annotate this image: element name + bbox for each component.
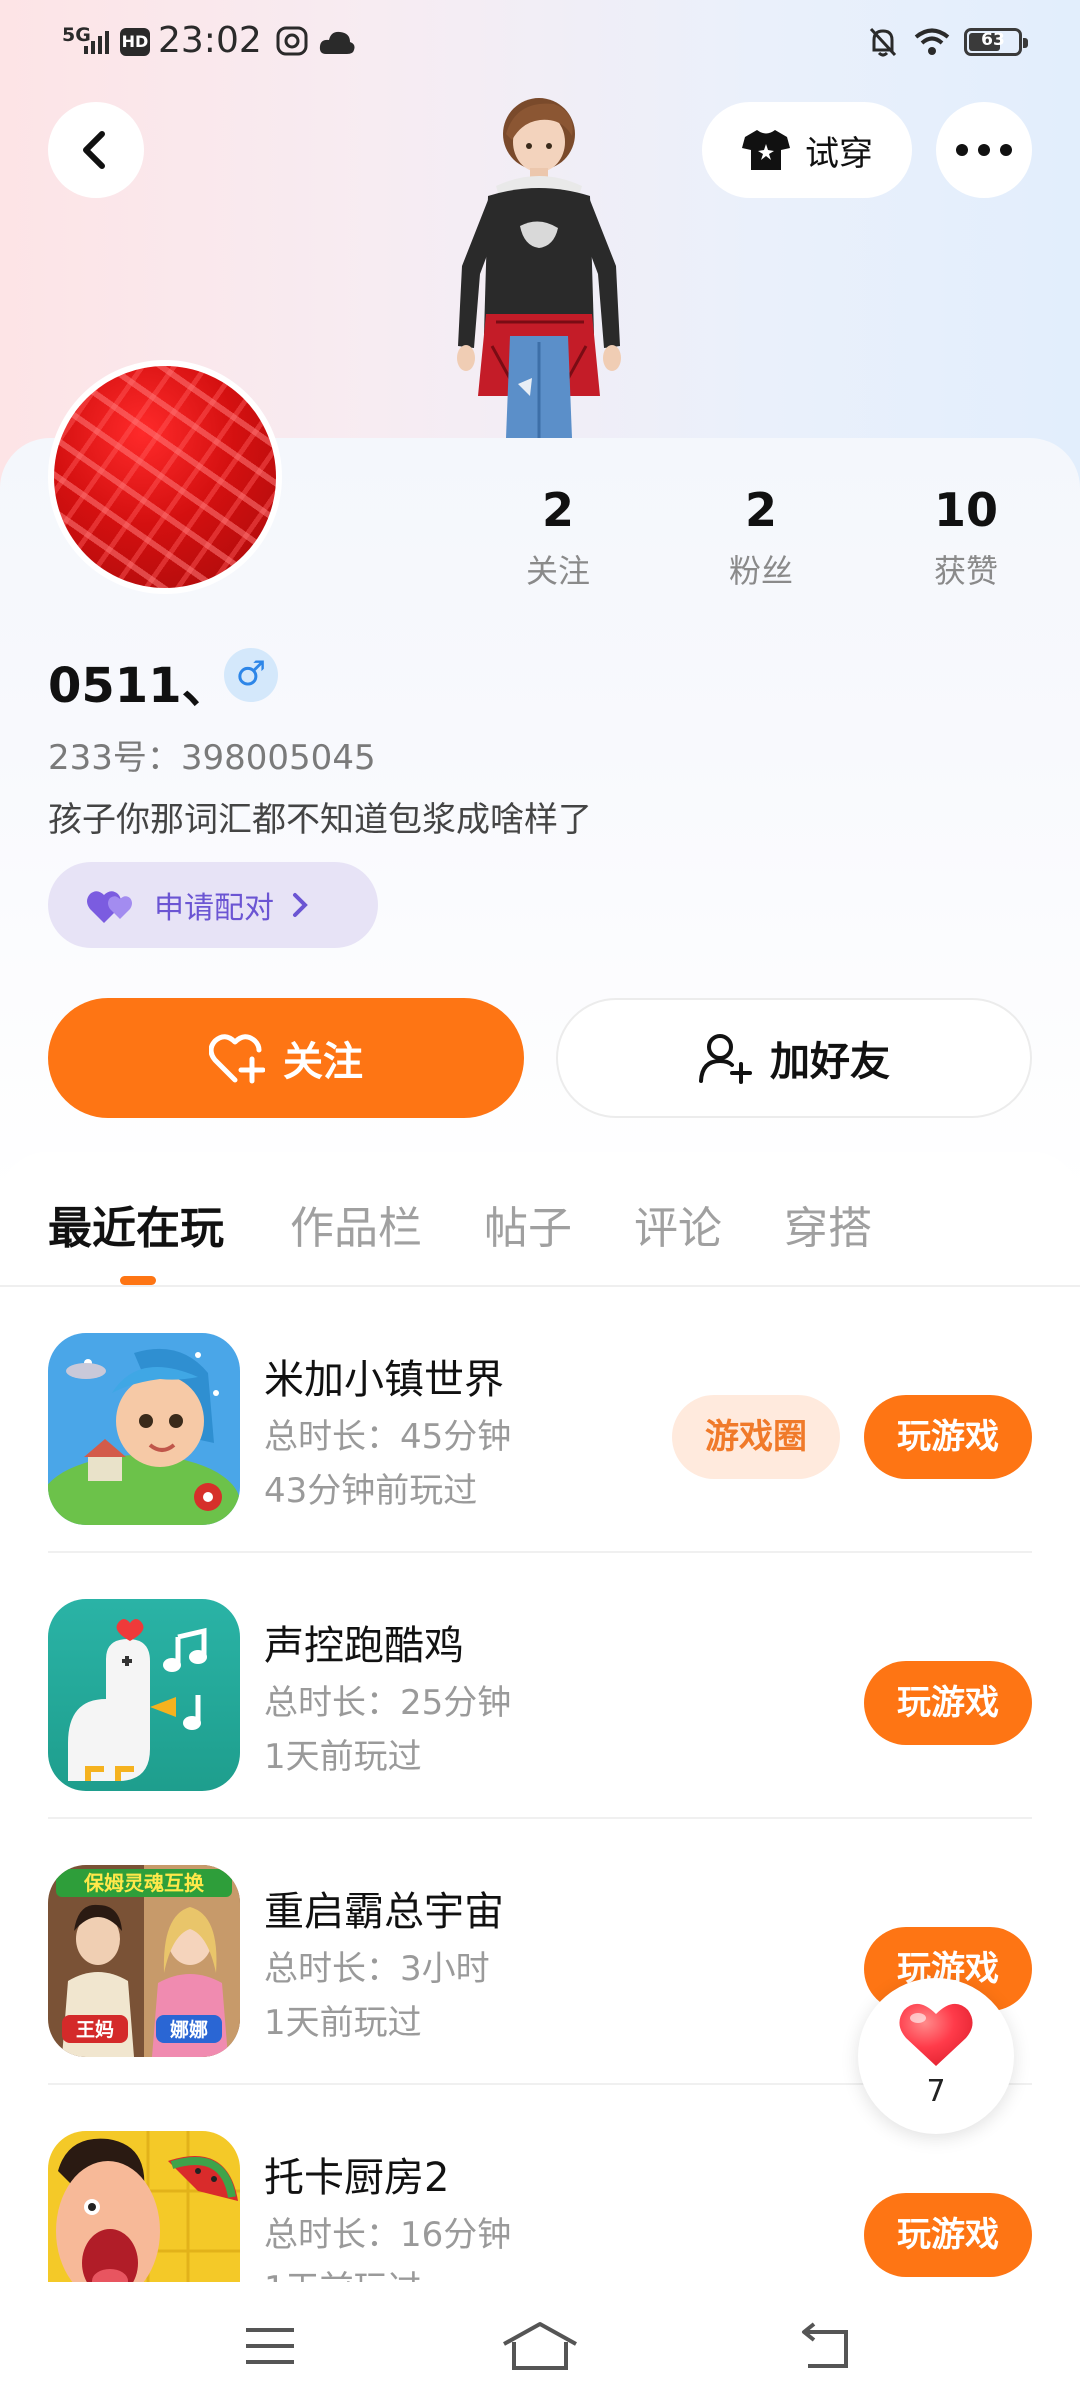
like-count: 7 xyxy=(926,2074,946,2109)
tab-works[interactable]: 作品栏 xyxy=(290,1192,422,1256)
wifi-icon xyxy=(914,28,950,55)
more-button[interactable] xyxy=(936,102,1032,198)
menu-icon[interactable] xyxy=(240,2318,300,2374)
chat-bubble-icon xyxy=(276,26,308,56)
signal-icon xyxy=(84,31,109,54)
avatar-character[interactable] xyxy=(436,96,642,438)
game-title: 托卡厨房2 xyxy=(264,2155,450,2201)
game-icon-name-right: 娜娜 xyxy=(170,2018,208,2041)
cloud-icon xyxy=(319,31,355,54)
game-duration: 总时长：45分钟 xyxy=(264,1417,512,1457)
game-last-played: 1天前玩过 xyxy=(264,2003,422,2043)
stat-fans[interactable]: 2 粉丝 xyxy=(691,480,831,592)
username: 0511、 xyxy=(48,658,230,714)
play-game-button[interactable]: 玩游戏 xyxy=(864,1661,1032,1745)
game-row[interactable]: 米加小镇世界 总时长：45分钟 43分钟前玩过 游戏圈 玩游戏 xyxy=(0,1287,1080,1553)
home-icon[interactable] xyxy=(500,2318,580,2374)
battery-icon: 63 xyxy=(964,28,1028,56)
status-time: 23:02 xyxy=(158,20,262,61)
game-circle-button[interactable]: 游戏圈 xyxy=(672,1395,840,1479)
gender-male-icon: ♂ xyxy=(224,648,278,702)
tshirt-icon xyxy=(742,130,790,170)
profile-avatar[interactable] xyxy=(48,360,282,594)
tab-comments[interactable]: 评论 xyxy=(634,1192,722,1256)
double-heart-icon xyxy=(87,891,132,923)
more-dots-icon xyxy=(956,144,1012,156)
profile-page: 5G HD 23:02 63 试穿 2 关注 2 粉丝 10 获赞 0511、 … xyxy=(0,0,1080,2408)
follow-label: 关注 xyxy=(283,1039,363,1085)
request-pair-label: 申请配对 xyxy=(154,891,274,926)
chevron-left-icon xyxy=(83,131,105,169)
avatar-image xyxy=(54,366,276,588)
heart-icon xyxy=(899,2003,973,2066)
request-pair-button[interactable]: 申请配对 xyxy=(48,862,378,948)
game-icon-banner: 保姆灵魂互换 xyxy=(83,1871,205,1895)
status-bar: 5G HD 23:02 63 xyxy=(0,0,1080,84)
hd-badge: HD xyxy=(120,28,150,56)
tab-indicator xyxy=(120,1276,156,1285)
try-on-button[interactable]: 试穿 xyxy=(702,102,912,198)
game-last-played: 43分钟前玩过 xyxy=(264,1471,478,1511)
stat-likes-value: 10 xyxy=(933,483,998,537)
game-icon-miga-town xyxy=(48,1333,240,1525)
user-id: 233号：398005045 xyxy=(48,738,376,778)
game-last-played: 1天前玩过 xyxy=(264,1737,422,1777)
bell-off-icon xyxy=(869,27,897,57)
stat-fans-label: 粉丝 xyxy=(728,552,793,590)
game-duration: 总时长：16分钟 xyxy=(264,2215,512,2255)
chevron-right-icon xyxy=(293,893,308,917)
game-row[interactable]: 声控跑酷鸡 总时长：25分钟 1天前玩过 玩游戏 xyxy=(0,1553,1080,1819)
stat-likes[interactable]: 10 获赞 xyxy=(896,480,1036,592)
battery-level: 63 xyxy=(981,30,1005,50)
game-title: 重启霸总宇宙 xyxy=(264,1889,504,1935)
like-button[interactable]: 7 xyxy=(858,1978,1014,2134)
stat-following-label: 关注 xyxy=(525,552,590,590)
user-bio: 孩子你那词汇都不知道包浆成啥样了 xyxy=(48,800,592,840)
play-game-button[interactable]: 玩游戏 xyxy=(864,2193,1032,2277)
system-navigation-bar xyxy=(0,2282,1080,2408)
add-friend-label: 加好友 xyxy=(770,1039,890,1085)
heart-plus-icon xyxy=(209,1034,265,1084)
game-icon-name-left: 王妈 xyxy=(76,2019,114,2041)
game-title: 米加小镇世界 xyxy=(264,1357,504,1403)
back-button[interactable] xyxy=(48,102,144,198)
stat-following-value: 2 xyxy=(541,483,574,537)
tab-posts[interactable]: 帖子 xyxy=(484,1192,572,1256)
back-nav-icon[interactable] xyxy=(792,2318,852,2374)
add-friend-button[interactable]: 加好友 xyxy=(556,998,1032,1118)
tab-recent-play[interactable]: 最近在玩 xyxy=(48,1192,224,1256)
game-title: 声控跑酷鸡 xyxy=(264,1623,464,1669)
game-icon-voice-chicken xyxy=(48,1599,240,1791)
stat-following[interactable]: 2 关注 xyxy=(488,480,628,592)
game-duration: 总时长：3小时 xyxy=(264,1949,490,1989)
follow-button[interactable]: 关注 xyxy=(48,998,524,1118)
try-on-label: 试穿 xyxy=(805,133,873,174)
game-duration: 总时长：25分钟 xyxy=(264,1683,512,1723)
game-icon-toca-kitchen xyxy=(48,2131,240,2282)
game-icon-ceo-universe: 保姆灵魂互换 王妈 娜娜 xyxy=(48,1865,240,2057)
play-game-button[interactable]: 玩游戏 xyxy=(864,1395,1032,1479)
game-last-played: 1天前玩过 xyxy=(264,2261,422,2282)
stat-likes-label: 获赞 xyxy=(933,552,998,590)
stat-fans-value: 2 xyxy=(744,483,777,537)
tab-outfits[interactable]: 穿搭 xyxy=(784,1192,872,1256)
add-user-icon xyxy=(699,1034,752,1084)
